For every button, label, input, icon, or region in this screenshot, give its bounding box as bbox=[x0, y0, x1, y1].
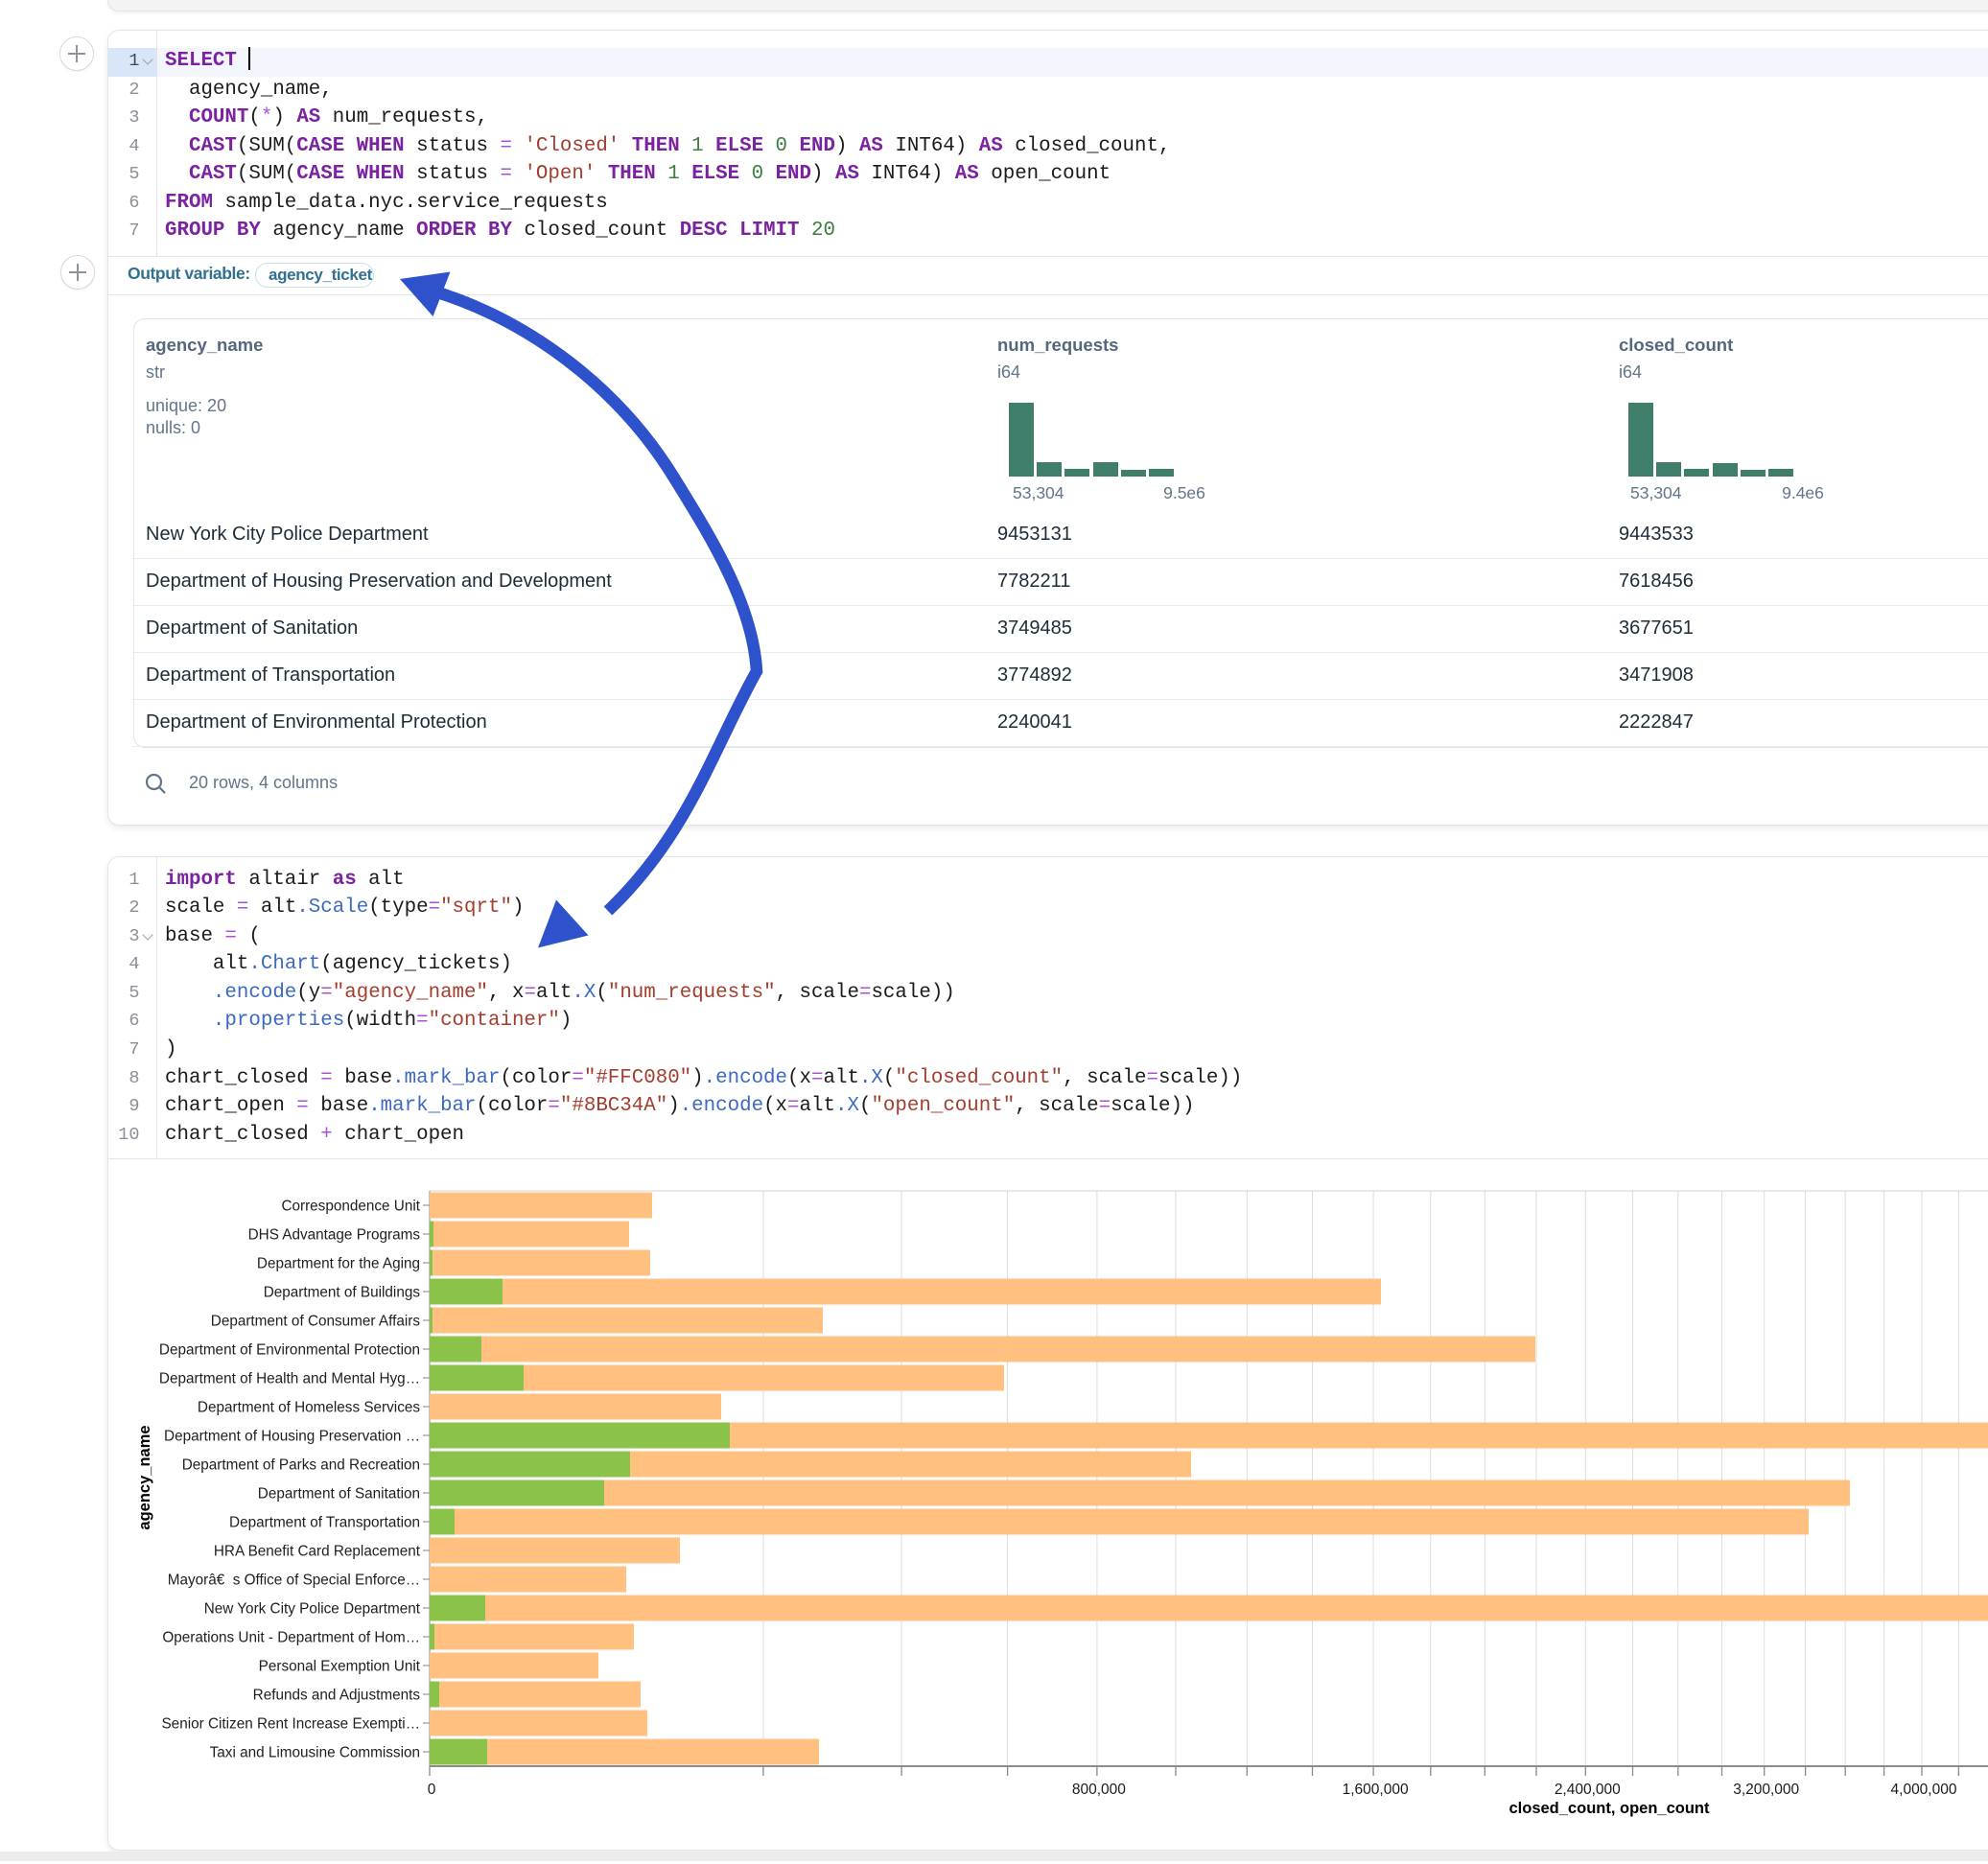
svg-text:Department of Consumer Affairs: Department of Consumer Affairs bbox=[211, 1313, 421, 1329]
svg-text:HRA Benefit Card Replacement: HRA Benefit Card Replacement bbox=[214, 1543, 421, 1559]
svg-text:1,600,000: 1,600,000 bbox=[1343, 1782, 1409, 1798]
svg-text:Department of Environmental Pr: Department of Environmental Protection bbox=[159, 1341, 420, 1358]
svg-text:Department for the Aging: Department for the Aging bbox=[257, 1255, 420, 1271]
svg-text:3,200,000: 3,200,000 bbox=[1733, 1782, 1799, 1798]
svg-text:Operations Unit - Department o: Operations Unit - Department of Hom… bbox=[162, 1629, 420, 1645]
svg-text:New York City Police Departmen: New York City Police Department bbox=[204, 1600, 421, 1617]
svg-text:closed_count, open_count: closed_count, open_count bbox=[1509, 1800, 1710, 1817]
svg-text:4,000,000: 4,000,000 bbox=[1891, 1782, 1957, 1798]
svg-text:Department of Buildings: Department of Buildings bbox=[264, 1284, 421, 1300]
svg-text:Mayorâ€ s Office of Special E: Mayorâ€ s Office of Special Enforce… bbox=[168, 1572, 420, 1588]
svg-text:agency_name: agency_name bbox=[136, 1425, 153, 1529]
svg-text:DHS Advantage Programs: DHS Advantage Programs bbox=[248, 1226, 421, 1243]
svg-text:Department of Sanitation: Department of Sanitation bbox=[258, 1485, 420, 1502]
svg-text:Department of Housing Preserva: Department of Housing Preservation … bbox=[164, 1428, 420, 1444]
svg-text:Refunds and Adjustments: Refunds and Adjustments bbox=[253, 1687, 421, 1703]
svg-text:Personal Exemption Unit: Personal Exemption Unit bbox=[259, 1658, 421, 1674]
svg-text:Department of Homeless Service: Department of Homeless Services bbox=[198, 1399, 420, 1415]
svg-text:Department of Parks and Recrea: Department of Parks and Recreation bbox=[182, 1456, 420, 1473]
svg-text:Senior Citizen Rent Increase E: Senior Citizen Rent Increase Exempti… bbox=[161, 1715, 420, 1732]
svg-text:2,400,000: 2,400,000 bbox=[1555, 1782, 1621, 1798]
svg-text:0: 0 bbox=[428, 1782, 436, 1798]
svg-text:Correspondence Unit: Correspondence Unit bbox=[281, 1198, 420, 1214]
svg-text:Department of Transportation: Department of Transportation bbox=[229, 1514, 420, 1530]
svg-text:800,000: 800,000 bbox=[1072, 1782, 1126, 1798]
svg-text:Taxi and Limousine Commission: Taxi and Limousine Commission bbox=[210, 1744, 420, 1760]
svg-text:Department of Health and Menta: Department of Health and Mental Hyg… bbox=[159, 1370, 420, 1386]
